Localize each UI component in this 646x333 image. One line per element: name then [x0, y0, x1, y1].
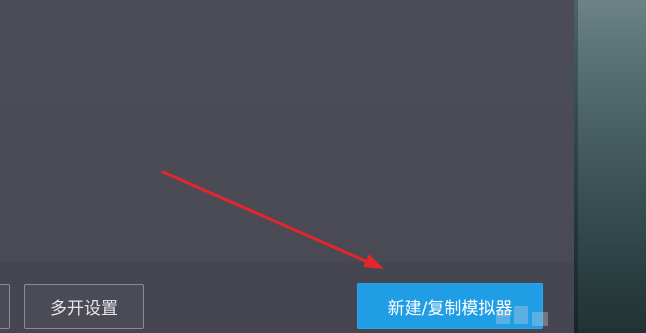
desktop-background: [574, 0, 646, 333]
footer-left-button[interactable]: [0, 284, 10, 329]
emulator-manager-window: 多开设置 新建/复制模拟器: [0, 0, 646, 333]
watermark-icon: [496, 306, 548, 326]
multi-open-settings-button[interactable]: 多开设置: [24, 284, 144, 329]
